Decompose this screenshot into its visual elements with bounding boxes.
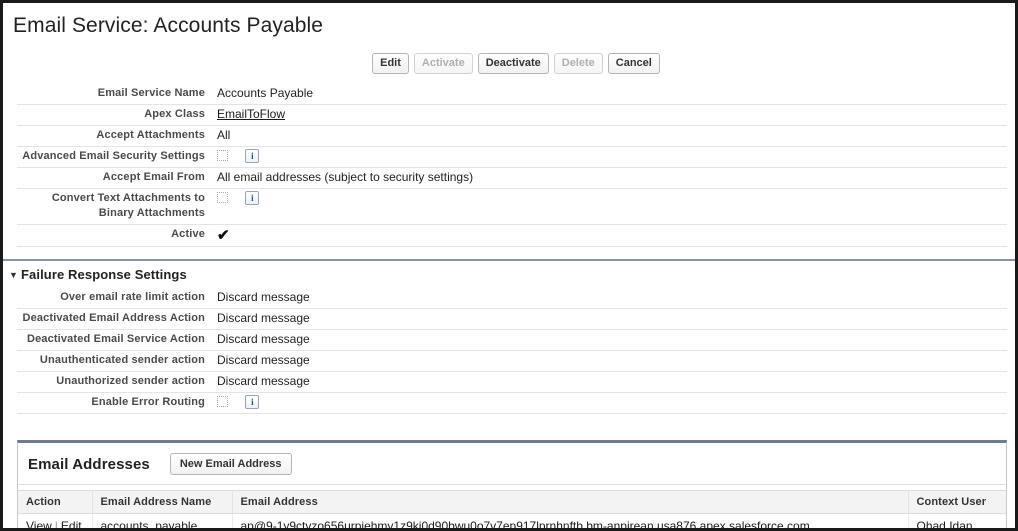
detail-row-over-email-rate-limit-action: Over email rate limit action Discard mes… [3,288,1007,309]
new-email-address-button[interactable]: New Email Address [169,453,292,475]
label-accept-email-from: Accept Email From [17,167,213,189]
column-header-context-user: Context User [908,490,1006,514]
activate-button[interactable]: Activate [413,53,473,74]
email-addresses-header: Email Addresses New Email Address [18,443,1006,485]
apex-class-link[interactable]: EmailToFlow [217,107,285,121]
info-icon[interactable]: i [245,148,260,163]
failure-response-settings-title: Failure Response Settings [21,267,187,282]
detail-row-advanced-email-security-settings: Advanced Email Security Settings i [3,146,1007,168]
row-spacer [3,225,17,247]
detail-row-accept-email-from: Accept Email From All email addresses (s… [3,167,1007,189]
page-frame: Email Service: Accounts Payable Edit Act… [0,0,1018,531]
row-spacer [3,372,17,393]
page-title: Email Service: Accounts Payable [13,14,324,37]
row-spacer [3,288,17,309]
info-icon[interactable]: i [245,394,260,409]
action-separator: | [54,519,58,531]
action-button-row: Edit Activate Deactivate Delete Cancel [3,53,1015,74]
value-deactivated-email-service-action: Discard message [213,329,1007,351]
detail-row-deactivated-email-address-action: Deactivated Email Address Action Discard… [3,308,1007,330]
email-addresses-title: Email Addresses [28,455,150,473]
detail-row-email-service-name: Email Service Name Accounts Payable [3,84,1007,105]
edit-link[interactable]: Edit [61,519,82,528]
failure-response-detail-table: Over email rate limit action Discard mes… [3,288,1007,414]
email-service-detail-table: Email Service Name Accounts Payable Apex… [3,84,1007,247]
cancel-button[interactable]: Cancel [607,53,660,74]
info-icon[interactable]: i [245,190,260,205]
label-unauthenticated-sender-action: Unauthenticated sender action [17,350,213,372]
page-content: Email Service: Accounts Payable Edit Act… [3,3,1015,528]
detail-row-convert-text-attachments: Convert Text Attachments to Binary Attac… [3,188,1007,225]
value-apex-class: EmailToFlow [213,104,1007,126]
deactivate-button[interactable]: Deactivate [477,53,549,74]
value-unauthorized-sender-action: Discard message [213,371,1007,393]
label-convert-text-attachments: Convert Text Attachments to Binary Attac… [17,188,213,225]
row-spacer [3,393,17,414]
value-advanced-email-security-settings: i [213,146,1007,168]
label-enable-error-routing: Enable Error Routing [17,392,213,414]
enable-error-routing-checkbox[interactable] [217,396,228,408]
detail-row-enable-error-routing: Enable Error Routing i [3,392,1007,414]
row-spacer [3,309,17,330]
value-enable-error-routing: i [213,392,1007,414]
edit-button[interactable]: Edit [372,53,409,74]
label-line-1: Convert Text Attachments to [51,192,205,204]
cell-email-address-name: accounts_payable [92,513,233,528]
context-user-link[interactable]: Ohad Idan [917,519,973,528]
column-header-email-address: Email Address [232,490,909,514]
value-active: ✔ [213,224,1007,247]
label-apex-class: Apex Class [17,104,213,126]
value-email-service-name: Accounts Payable [213,84,1007,105]
row-spacer [3,330,17,351]
row-spacer [3,147,17,168]
label-over-email-rate-limit-action: Over email rate limit action [17,288,213,309]
label-deactivated-email-service-action: Deactivated Email Service Action [17,329,213,351]
row-spacer [3,168,17,189]
email-addresses-table: Action Email Address Name Email Address … [18,490,1006,531]
value-accept-email-from: All email addresses (subject to security… [213,167,1007,189]
label-advanced-email-security-settings: Advanced Email Security Settings [17,146,213,168]
label-accept-attachments: Accept Attachments [17,125,213,147]
collapse-triangle-icon[interactable]: ▼ [9,270,18,280]
detail-row-active: Active ✔ [3,224,1007,247]
detail-row-unauthorized-sender-action: Unauthorized sender action Discard messa… [3,371,1007,393]
value-over-email-rate-limit-action: Discard message [213,288,1007,309]
detail-row-unauthenticated-sender-action: Unauthenticated sender action Discard me… [3,350,1007,372]
label-unauthorized-sender-action: Unauthorized sender action [17,371,213,393]
column-header-email-address-name: Email Address Name [92,490,233,514]
label-deactivated-email-address-action: Deactivated Email Address Action [17,308,213,330]
row-spacer [3,189,17,225]
value-accept-attachments: All [213,125,1007,147]
value-deactivated-email-address-action: Discard message [213,308,1007,330]
convert-text-attachments-checkbox[interactable] [217,192,228,204]
detail-row-apex-class: Apex Class EmailToFlow [3,104,1007,126]
table-row: View | Edit accounts_payable ap@9-1y9ctvzo… [18,513,1006,531]
active-checkmark-icon: ✔ [217,227,230,244]
row-spacer [3,105,17,126]
value-unauthenticated-sender-action: Discard message [213,350,1007,372]
column-header-action: Action [18,490,93,514]
label-active: Active [17,224,213,247]
row-spacer [3,126,17,147]
label-email-service-name: Email Service Name [17,84,213,105]
cell-action: View | Edit [18,513,93,531]
detail-row-accept-attachments: Accept Attachments All [3,125,1007,147]
detail-row-deactivated-email-service-action: Deactivated Email Service Action Discard… [3,329,1007,351]
delete-button[interactable]: Delete [553,53,603,74]
row-spacer [3,84,17,105]
email-address-link[interactable]: ap@9-1y9ctvzo656urpiehmy1z9kj0d90bwu0o7v… [241,519,810,528]
label-line-2: Binary Attachments [98,207,205,219]
view-link[interactable]: View [26,519,52,528]
value-convert-text-attachments: i [213,188,1007,225]
cell-context-user: Ohad Idan [908,513,1006,528]
failure-response-settings-header[interactable]: ▼ Failure Response Settings [3,261,1015,286]
table-header-row: Action Email Address Name Email Address … [18,490,1006,514]
email-addresses-panel: Email Addresses New Email Address Action… [17,440,1007,531]
row-spacer [3,351,17,372]
advanced-email-security-checkbox[interactable] [217,150,228,162]
cell-email-address: ap@9-1y9ctvzo656urpiehmy1z9kj0d90bwu0o7v… [232,513,909,528]
